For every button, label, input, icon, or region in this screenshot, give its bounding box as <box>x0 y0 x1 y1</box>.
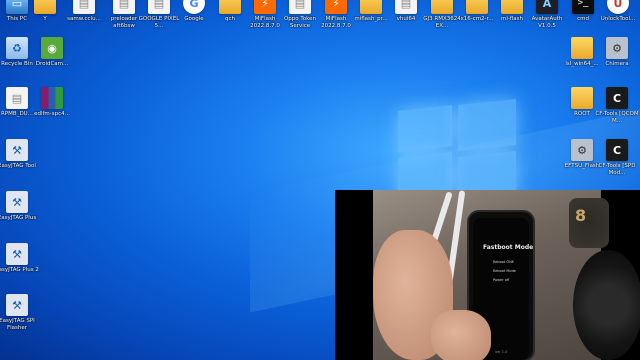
easyjtag-icon: ⚒ <box>6 294 28 316</box>
folder-icon <box>431 0 453 14</box>
desktop-shortcut[interactable]: ◉ DroidCam... <box>28 37 76 81</box>
easyjtag-icon: ⚒ <box>6 243 28 265</box>
android-icon: ◉ <box>41 37 63 59</box>
mi-flash-icon: ⚡ <box>325 0 347 14</box>
folder-icon <box>466 0 488 14</box>
desktop-shortcut[interactable]: ⚒ EasyJTAG Plus 2 <box>0 243 41 287</box>
eft-icon: ⚙ <box>571 139 593 161</box>
mi-flash-icon: ⚡ <box>254 0 276 14</box>
unlock-tool-icon: U <box>607 0 629 14</box>
file-icon: ▤ <box>395 0 417 14</box>
folder-icon <box>219 0 241 14</box>
shortcut-label: Chimera <box>605 61 629 67</box>
shortcut-label: CF-Tools [SPD Mod... <box>598 163 636 176</box>
winrar-icon <box>41 87 63 109</box>
desktop-shortcut[interactable]: ⚒ EasyJTAG Plus <box>0 191 41 235</box>
folder-icon <box>360 0 382 14</box>
cf-tools-icon: C <box>606 87 628 109</box>
shortcut-label: EasyJTAG Tool <box>0 163 36 169</box>
file-icon: ▤ <box>6 87 28 109</box>
shortcut-label: UnlockTool... <box>600 16 636 22</box>
fastboot-option: Reboot Mode <box>493 269 516 273</box>
fastboot-option: Reboot ONE <box>493 260 515 264</box>
easyjtag-icon: ⚒ <box>6 191 28 213</box>
folder-icon <box>34 0 56 14</box>
easyjtag-icon: ⚒ <box>6 139 28 161</box>
wireless-charger-pad <box>573 250 640 360</box>
cmd-icon: >_ <box>572 0 594 14</box>
fastboot-option: Power off <box>493 278 510 282</box>
folder-icon <box>571 87 593 109</box>
google-icon: G <box>183 0 205 14</box>
desktop-shortcut[interactable]: edlfm-spc4... <box>28 87 76 131</box>
shortcut-label: EasyJTAG Plus <box>0 215 37 221</box>
video-scene: 8 Fastboot Mode Reboot ONE Reboot Mode P… <box>373 190 640 360</box>
file-icon: ▤ <box>73 0 95 14</box>
folder-icon <box>501 0 523 14</box>
file-icon: ▤ <box>113 0 135 14</box>
avatar-icon: A <box>536 0 558 14</box>
file-icon: ▤ <box>148 0 170 14</box>
desktop-shortcut[interactable]: C CF-Tools [SPD Mod... <box>593 139 640 183</box>
windows-logo <box>398 98 516 204</box>
shortcut-label: edlfm-spc4... <box>34 111 70 117</box>
video-overlay[interactable]: 8 Fastboot Mode Reboot ONE Reboot Mode P… <box>335 190 640 360</box>
recycle-bin-icon: ♻ <box>6 37 28 59</box>
hand <box>431 310 491 360</box>
cf-tools-icon: C <box>606 139 628 161</box>
chimera-icon: ⚙ <box>606 37 628 59</box>
fastboot-footer: ver 1.0 <box>495 350 508 354</box>
shortcut-label: EasyJTAG SPI Flasher <box>0 318 35 331</box>
desktop-shortcut[interactable]: C CF-Tools [QCOM M... <box>593 87 640 131</box>
desktop-shortcut[interactable]: U UnlockTool... <box>594 0 640 36</box>
fastboot-title: Fastboot Mode <box>483 244 534 251</box>
shortcut-label: EasyJTAG Plus 2 <box>0 267 39 273</box>
desktop-shortcut[interactable]: ⚒ EasyJTAG SPI Flasher <box>0 294 41 338</box>
desktop-shortcut[interactable]: ⚒ EasyJTAG Tool <box>0 139 41 183</box>
shortcut-label: CF-Tools [QCOM M... <box>595 111 639 124</box>
desktop-shortcut[interactable]: ⚙ Chimera <box>593 37 640 81</box>
shortcut-label: DroidCam... <box>35 61 69 67</box>
file-icon: ▤ <box>289 0 311 14</box>
folder-icon <box>571 37 593 59</box>
background-object: 8 <box>569 198 609 248</box>
